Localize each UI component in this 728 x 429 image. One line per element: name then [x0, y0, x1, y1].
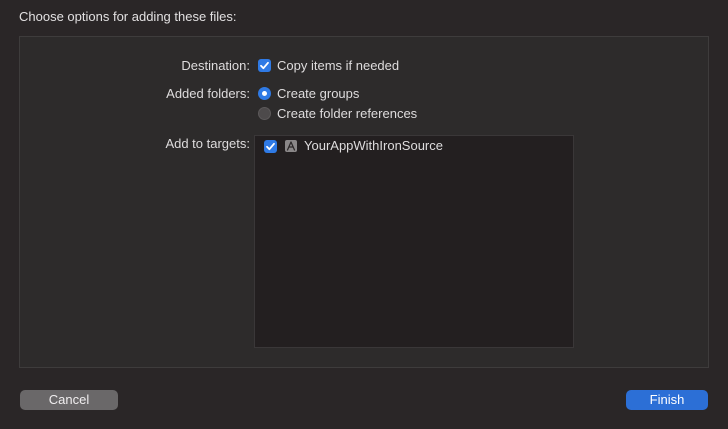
create-folder-references-label[interactable]: Create folder references — [277, 106, 417, 121]
checkmark-icon — [260, 61, 269, 70]
create-folder-references-radio[interactable] — [258, 107, 271, 120]
added-folders-label: Added folders: — [166, 86, 250, 101]
app-target-icon — [285, 140, 297, 152]
add-files-dialog: Choose options for adding these files: D… — [0, 0, 728, 429]
target-checkbox[interactable] — [264, 140, 277, 153]
target-name[interactable]: YourAppWithIronSource — [304, 138, 443, 153]
cancel-button[interactable]: Cancel — [20, 390, 118, 410]
create-groups-radio[interactable] — [258, 87, 271, 100]
checkmark-icon — [266, 142, 275, 151]
options-panel: Destination: Copy items if needed Added … — [19, 36, 709, 368]
copy-items-label[interactable]: Copy items if needed — [277, 58, 399, 73]
create-groups-label[interactable]: Create groups — [277, 86, 359, 101]
add-to-targets-label: Add to targets: — [165, 136, 250, 151]
dialog-title: Choose options for adding these files: — [19, 9, 237, 24]
destination-label: Destination: — [181, 58, 250, 73]
targets-list[interactable]: YourAppWithIronSource — [254, 135, 574, 348]
copy-items-checkbox[interactable] — [258, 59, 271, 72]
finish-button[interactable]: Finish — [626, 390, 708, 410]
